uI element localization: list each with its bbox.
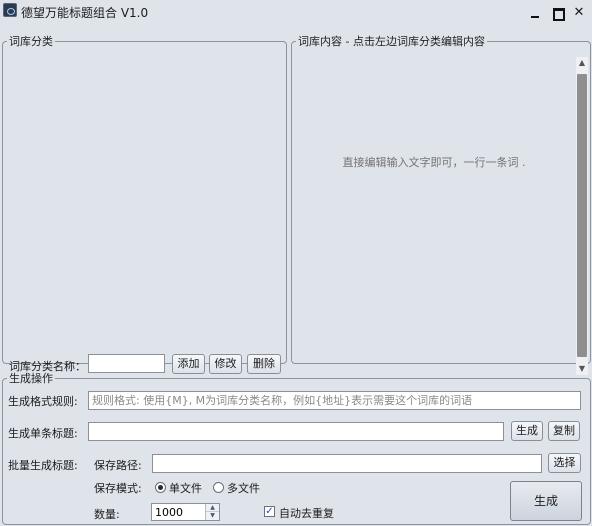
title-bar: 德望万能标题组合 V1.0 ✕	[0, 0, 592, 26]
dedupe-checkbox[interactable]: ✓	[264, 506, 275, 517]
quantity-spinner[interactable]: ▲ ▼	[151, 503, 220, 521]
generate-panel: 生成操作 生成格式规则: 生成单条标题: 生成 复制 批量生成标题: 保存路径:…	[2, 370, 591, 525]
content-hint: 直接编辑输入文字即可，一行一条词 .	[342, 156, 526, 169]
content-panel-legend: 词库内容 - 点击左边词库分类编辑内容	[298, 35, 485, 48]
rule-label: 生成格式规则:	[8, 395, 78, 408]
content-textarea[interactable]: 直接编辑输入文字即可，一行一条词 .	[294, 57, 574, 375]
dedupe-label[interactable]: 自动去重复	[279, 505, 334, 521]
minimize-button[interactable]	[527, 5, 543, 21]
rule-input[interactable]	[88, 391, 581, 410]
single-title-label: 生成单条标题:	[8, 427, 78, 440]
category-list[interactable]	[5, 53, 284, 348]
batch-title-label: 批量生成标题:	[8, 459, 78, 472]
app-icon	[3, 3, 17, 17]
generate-panel-legend: 生成操作	[9, 372, 53, 385]
save-path-label: 保存路径:	[94, 459, 142, 472]
maximize-button[interactable]	[550, 5, 566, 21]
spin-down-icon[interactable]: ▼	[206, 512, 219, 520]
close-button[interactable]: ✕	[571, 5, 587, 21]
generate-single-button[interactable]: 生成	[511, 421, 543, 441]
mode-single-label[interactable]: 单文件	[169, 480, 202, 496]
mode-single-radio[interactable]	[155, 482, 166, 493]
mode-multi-label[interactable]: 多文件	[227, 480, 260, 496]
category-panel: 词库分类 词库分类名称： 添加 修改 删除	[2, 33, 287, 374]
content-panel: 词库内容 - 点击左边词库分类编辑内容 直接编辑输入文字即可，一行一条词 . ▲…	[291, 33, 591, 375]
close-icon: ✕	[573, 5, 585, 20]
window-title: 德望万能标题组合 V1.0	[21, 6, 149, 20]
copy-button[interactable]: 复制	[548, 421, 580, 441]
spin-up-icon[interactable]: ▲	[206, 504, 219, 512]
scroll-thumb[interactable]	[577, 74, 587, 357]
quantity-label: 数量:	[94, 508, 120, 521]
batch-generate-button[interactable]: 生成	[510, 481, 582, 521]
single-title-input[interactable]	[88, 422, 504, 441]
scroll-up-icon[interactable]: ▲	[576, 57, 588, 69]
save-path-input[interactable]	[152, 454, 542, 473]
checkmark-icon: ✓	[265, 506, 274, 517]
minimize-icon	[531, 16, 539, 18]
content-scrollbar[interactable]: ▲ ▼	[576, 57, 588, 375]
choose-path-button[interactable]: 选择	[548, 453, 581, 473]
quantity-input[interactable]	[152, 504, 208, 520]
spinner-buttons[interactable]: ▲ ▼	[205, 504, 219, 520]
mode-multi-radio[interactable]	[213, 482, 224, 493]
save-mode-label: 保存模式:	[94, 482, 142, 495]
category-panel-legend: 词库分类	[9, 35, 53, 48]
maximize-icon	[553, 8, 565, 21]
